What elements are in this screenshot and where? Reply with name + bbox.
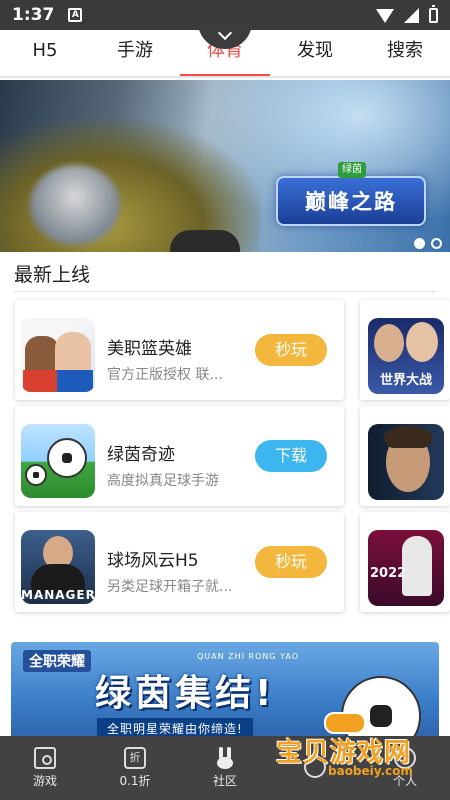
- game-card-world-war[interactable]: 世界大战: [360, 300, 450, 400]
- promo-pinyin: QUAN ZHI RONG YAO: [197, 652, 300, 661]
- game-card-manager[interactable]: MANAGER 球场风云H5 另类足球开箱子就... 秒玩: [15, 512, 344, 612]
- banner-goalkeeper-head: [30, 165, 120, 245]
- soccer-miracle-icon: [21, 424, 95, 498]
- game-card-2022[interactable]: 2022: [360, 512, 450, 612]
- notification-icon: A: [68, 8, 83, 22]
- instant-play-button[interactable]: 秒玩: [255, 334, 327, 366]
- site-watermark: 宝贝游戏网 baobeiy.com: [268, 712, 448, 790]
- discount-icon: 折: [124, 747, 146, 769]
- gamepad-icon: [324, 712, 366, 734]
- instant-play-button[interactable]: 秒玩: [255, 546, 327, 578]
- section-divider: [14, 291, 436, 292]
- home-icon: [34, 747, 56, 769]
- year-icon-label: 2022: [370, 566, 407, 581]
- section-title: 最新上线: [14, 264, 91, 286]
- watermark-domain: baobeiy.com: [328, 764, 413, 778]
- status-indicators: [376, 4, 438, 23]
- nav-games[interactable]: 游戏: [10, 747, 80, 789]
- battery-icon: [429, 4, 438, 23]
- promo-headline: 绿茵集结!: [95, 673, 276, 714]
- tabs-divider: [0, 76, 450, 78]
- banner-logo-badge: 绿茵: [338, 162, 366, 178]
- banner-glove-image: [170, 230, 240, 252]
- world-war-game-icon: 世界大战: [368, 318, 444, 394]
- game-description: 高度拟真足球手游: [107, 473, 219, 489]
- app-screen: 1:37 A H5 手游 体育 发现 搜索 巅峰之路 绿茵 最新上线 美职篮英雄…: [0, 0, 450, 800]
- tab-search[interactable]: 搜索: [360, 30, 450, 76]
- game-name: 球场风云H5: [107, 551, 199, 571]
- hero-banner[interactable]: 巅峰之路 绿茵: [0, 80, 450, 252]
- banner-pagination: [414, 238, 442, 249]
- banner-dot[interactable]: [431, 238, 442, 249]
- manager-icon-label: MANAGER: [21, 588, 95, 602]
- download-button[interactable]: 下载: [255, 440, 327, 472]
- game-card-soccer-miracle[interactable]: 绿茵奇迹 高度拟真足球手游 下载: [15, 406, 344, 506]
- game-card-basketball[interactable]: 美职篮英雄 官方正版授权 联... 秒玩: [15, 300, 344, 400]
- nav-label: 0.1折: [119, 774, 151, 788]
- rabbit-icon: [214, 747, 236, 769]
- wifi-icon: [376, 9, 394, 23]
- nav-community[interactable]: 社区: [190, 747, 260, 789]
- tab-h5[interactable]: H5: [0, 30, 90, 76]
- nav-label: 社区: [212, 774, 237, 788]
- signal-icon: [404, 7, 419, 23]
- status-time: 1:37: [12, 5, 55, 25]
- nav-discount[interactable]: 折 0.1折: [100, 747, 170, 789]
- tab-mobile-games[interactable]: 手游: [90, 30, 180, 76]
- banner-logo: 巅峰之路: [276, 176, 426, 226]
- football-star-game-icon: [368, 424, 444, 500]
- football-2022-game-icon: 2022: [368, 530, 444, 606]
- promo-tag: 全职荣耀: [23, 650, 91, 672]
- game-description: 官方正版授权 联...: [107, 367, 223, 383]
- basketball-heroes-icon: [21, 318, 95, 392]
- promo-banner[interactable]: 全职荣耀 QUAN ZHI RONG YAO 绿茵集结! 全职明星荣耀由你缔造!: [11, 642, 439, 740]
- nav-label: 游戏: [32, 774, 57, 788]
- banner-dot-active[interactable]: [414, 238, 425, 249]
- game-description: 另类足球开箱子就...: [107, 579, 233, 595]
- tab-discover[interactable]: 发现: [270, 30, 360, 76]
- game-list: 美职篮英雄 官方正版授权 联... 秒玩 绿茵奇迹 高度拟真足球手游 下载 MA…: [0, 300, 450, 620]
- game-name: 美职篮英雄: [107, 339, 192, 359]
- game-card-football-star[interactable]: [360, 406, 450, 506]
- manager-game-icon: MANAGER: [21, 530, 95, 604]
- world-war-icon-label: 世界大战: [379, 373, 432, 388]
- game-name: 绿茵奇迹: [107, 445, 175, 465]
